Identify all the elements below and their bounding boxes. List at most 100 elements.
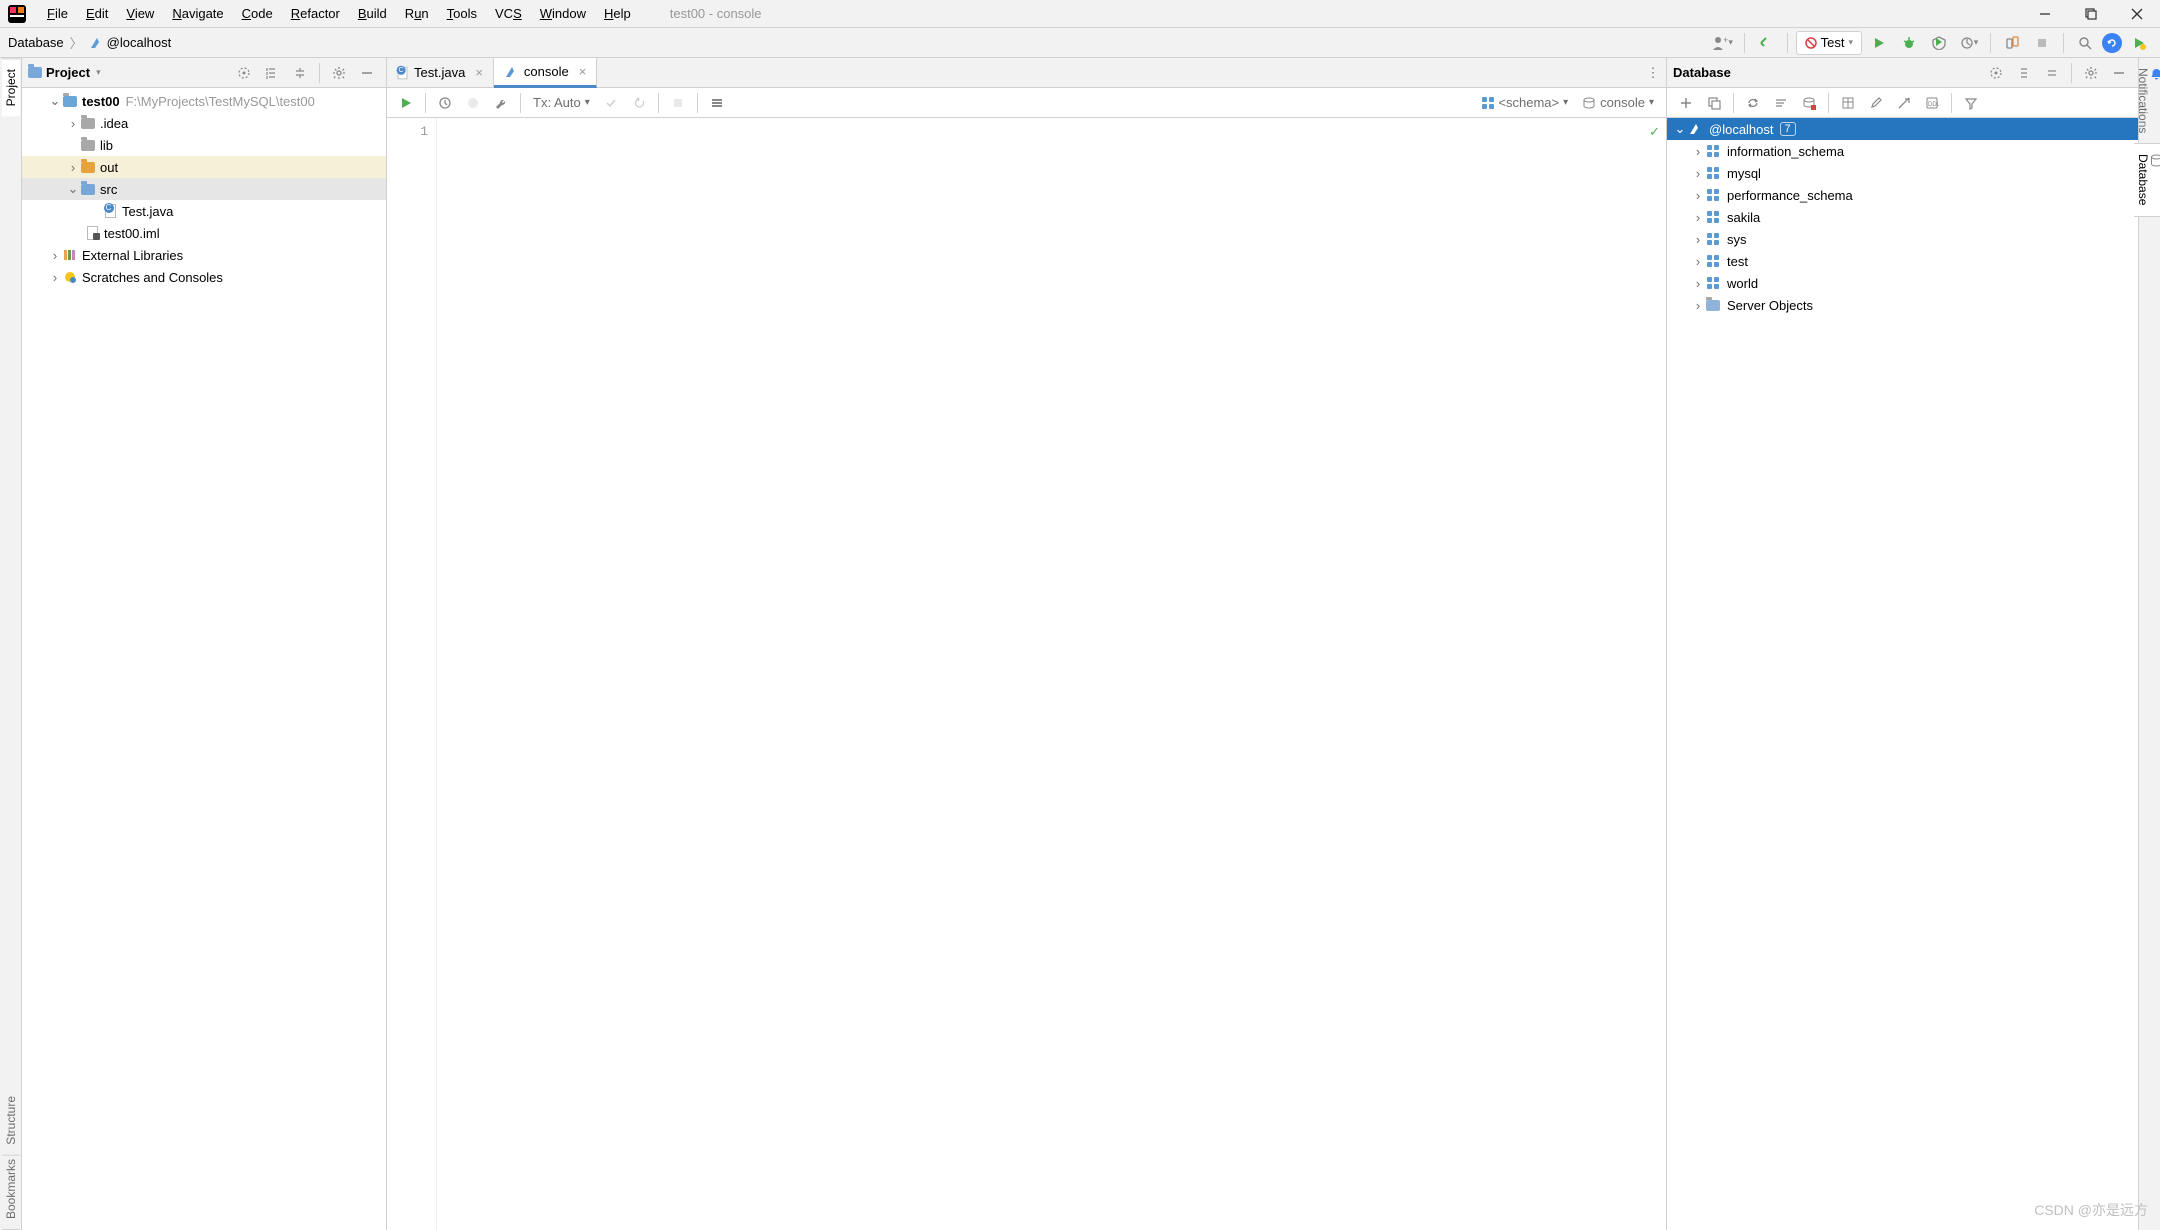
datasource-icon	[1687, 121, 1703, 137]
view-as-icon[interactable]	[704, 91, 730, 115]
rail-structure-tab[interactable]: Structure	[2, 1086, 20, 1156]
tree-item-idea[interactable]: › .idea	[22, 112, 386, 134]
db-schema-row[interactable]: ›information_schema	[1667, 140, 2138, 162]
duplicate-icon[interactable]	[1701, 91, 1727, 115]
edit-icon[interactable]	[1863, 91, 1889, 115]
explain-icon[interactable]	[460, 91, 486, 115]
add-icon[interactable]	[1673, 91, 1699, 115]
ddl-icon[interactable]: DDL	[1919, 91, 1945, 115]
profiler-icon[interactable]: ▾	[1956, 31, 1982, 55]
tree-external-libs[interactable]: › External Libraries	[22, 244, 386, 266]
rail-notifications-tab[interactable]: Notifications	[2134, 58, 2160, 144]
tx-mode-combo[interactable]: Tx: Auto ▾	[527, 92, 596, 114]
schema-combo[interactable]: <schema> ▾	[1476, 92, 1574, 114]
collapse-all-icon[interactable]	[2039, 61, 2065, 85]
menu-refactor[interactable]: Refactor	[282, 6, 349, 21]
run-icon[interactable]	[1866, 31, 1892, 55]
gear-icon[interactable]	[326, 61, 352, 85]
menu-code[interactable]: Code	[233, 6, 282, 21]
db-schema-row[interactable]: ›mysql	[1667, 162, 2138, 184]
user-add-icon[interactable]: +▾	[1710, 31, 1736, 55]
history-icon[interactable]	[432, 91, 458, 115]
db-schema-row[interactable]: ›test	[1667, 250, 2138, 272]
stop-icon[interactable]	[1796, 91, 1822, 115]
select-opened-icon[interactable]	[231, 61, 257, 85]
table-icon[interactable]	[1835, 91, 1861, 115]
search-icon[interactable]	[2072, 31, 2098, 55]
db-schema-row[interactable]: ›world	[1667, 272, 2138, 294]
menu-help[interactable]: Help	[595, 6, 640, 21]
menu-build[interactable]: Build	[349, 6, 396, 21]
sync-icon[interactable]	[2102, 33, 2122, 53]
db-schema-row[interactable]: ›sakila	[1667, 206, 2138, 228]
session-combo[interactable]: console ▾	[1576, 92, 1660, 114]
tree-item-testjava[interactable]: Test.java	[22, 200, 386, 222]
menu-window[interactable]: Window	[531, 6, 595, 21]
attach-icon[interactable]	[1999, 31, 2025, 55]
filter-icon[interactable]	[1958, 91, 1984, 115]
db-schema-row[interactable]: ›performance_schema	[1667, 184, 2138, 206]
db-server-objects-label: Server Objects	[1727, 298, 1813, 313]
refresh-icon[interactable]	[1740, 91, 1766, 115]
debug-icon[interactable]	[1896, 31, 1922, 55]
breadcrumb-current[interactable]: @localhost	[107, 35, 172, 50]
tab-testjava[interactable]: Test.java ×	[387, 58, 494, 87]
database-title[interactable]: Database	[1673, 65, 1731, 80]
coverage-icon[interactable]	[1926, 31, 1952, 55]
menu-file[interactable]: File	[38, 6, 77, 21]
window-minimize-icon[interactable]	[2022, 0, 2068, 28]
db-schema-row[interactable]: ›sys	[1667, 228, 2138, 250]
tree-item-src[interactable]: ⌄ src	[22, 178, 386, 200]
tree-scratches[interactable]: › Scratches and Consoles	[22, 266, 386, 288]
tabs-more-icon[interactable]: ⋮	[1640, 58, 1666, 87]
tree-root[interactable]: ⌄ test00 F:\MyProjects\TestMySQL\test00	[22, 90, 386, 112]
code-area[interactable]	[437, 118, 1666, 1230]
build-hammer-back-icon[interactable]	[1753, 31, 1779, 55]
window-maximize-icon[interactable]	[2068, 0, 2114, 28]
diff-icon[interactable]	[1768, 91, 1794, 115]
db-schema-label: mysql	[1727, 166, 1761, 181]
database-tree[interactable]: ⌄ @localhost 7 ›information_schema ›mysq…	[1667, 118, 2138, 1230]
commit-icon[interactable]	[598, 91, 624, 115]
rail-project-tab[interactable]: Project	[2, 58, 20, 116]
console-icon	[504, 65, 518, 79]
editor-body[interactable]: 1 ✓	[387, 118, 1666, 1230]
db-server-objects[interactable]: ›Server Objects	[1667, 294, 2138, 316]
run-config-combo[interactable]: Test ▾	[1796, 31, 1862, 55]
project-title[interactable]: Project	[46, 65, 90, 80]
stop-button-icon[interactable]	[2029, 31, 2055, 55]
tree-item-lib[interactable]: lib	[22, 134, 386, 156]
hide-icon[interactable]	[2106, 61, 2132, 85]
scratches-icon	[62, 269, 78, 285]
menu-tools[interactable]: Tools	[438, 6, 486, 21]
menu-vcs[interactable]: VCS	[486, 6, 531, 21]
window-close-icon[interactable]	[2114, 0, 2160, 28]
close-icon[interactable]: ×	[475, 65, 483, 80]
expand-all-icon[interactable]	[259, 61, 285, 85]
collapse-all-icon[interactable]	[287, 61, 313, 85]
jump-to-query-icon[interactable]	[1891, 91, 1917, 115]
rail-bookmarks-tab[interactable]: Bookmarks	[2, 1156, 20, 1230]
menu-view[interactable]: View	[117, 6, 163, 21]
rollback-icon[interactable]	[626, 91, 652, 115]
hide-icon[interactable]	[354, 61, 380, 85]
menu-edit[interactable]: Edit	[77, 6, 117, 21]
tree-item-iml[interactable]: test00.iml	[22, 222, 386, 244]
run-anything-icon[interactable]	[2126, 31, 2152, 55]
menu-run[interactable]: Run	[396, 6, 438, 21]
tree-item-out[interactable]: › out	[22, 156, 386, 178]
select-opened-icon[interactable]	[1983, 61, 2009, 85]
expand-all-icon[interactable]	[2011, 61, 2037, 85]
project-tree[interactable]: ⌄ test00 F:\MyProjects\TestMySQL\test00 …	[22, 88, 386, 1230]
svg-text:DDL: DDL	[1928, 102, 1939, 108]
wrench-icon[interactable]	[488, 91, 514, 115]
close-icon[interactable]: ×	[579, 64, 587, 79]
cancel-query-icon[interactable]	[665, 91, 691, 115]
execute-icon[interactable]	[393, 91, 419, 115]
breadcrumb-root[interactable]: Database	[8, 35, 64, 50]
db-connection[interactable]: ⌄ @localhost 7	[1667, 118, 2138, 140]
menu-navigate[interactable]: Navigate	[163, 6, 232, 21]
tab-console[interactable]: console ×	[494, 58, 597, 88]
rail-database-tab[interactable]: Database	[2134, 144, 2160, 216]
gear-icon[interactable]	[2078, 61, 2104, 85]
